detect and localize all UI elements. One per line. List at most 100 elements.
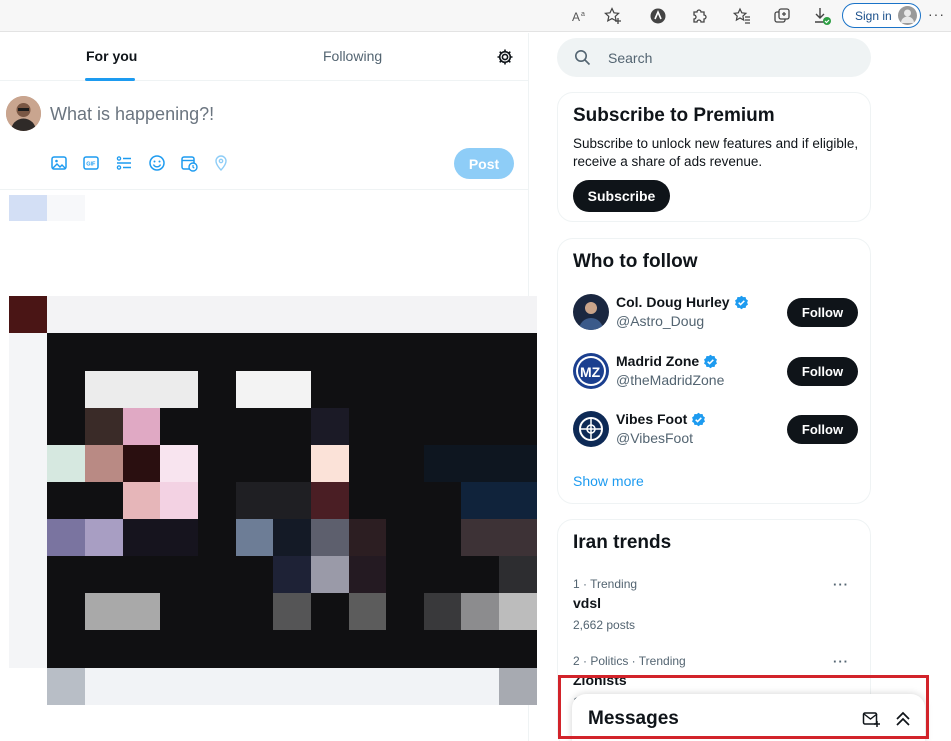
pixel-block: [123, 408, 160, 445]
avatar[interactable]: [573, 294, 609, 330]
pixel-block: [123, 482, 160, 519]
who-to-follow-title: Who to follow: [573, 251, 698, 272]
extensions-icon[interactable]: [688, 5, 710, 27]
show-more-link[interactable]: Show more: [573, 473, 644, 489]
account-name-text: Col. Doug Hurley: [616, 294, 730, 310]
pixel-block: [236, 482, 311, 519]
follow-suggestion[interactable]: Vibes Foot @VibesFoot Follow: [558, 409, 872, 459]
profile-avatar-icon: [898, 6, 917, 25]
avatar[interactable]: MZ: [573, 353, 609, 389]
add-favorite-icon[interactable]: [602, 5, 624, 27]
active-tab-indicator: [85, 78, 135, 81]
pixel-block: [85, 593, 160, 630]
timeline-tabs: For you Following: [0, 33, 529, 81]
more-options-icon[interactable]: ···: [833, 577, 849, 592]
pixel-block: [424, 445, 537, 482]
pixel-block: [160, 482, 198, 519]
pixel-block: [236, 519, 273, 556]
follow-button[interactable]: Follow: [787, 357, 858, 386]
copilot-icon[interactable]: [647, 5, 669, 27]
tab-following[interactable]: Following: [323, 48, 382, 64]
account-name: Vibes Foot: [616, 411, 706, 427]
pixel-block: [47, 195, 85, 221]
verified-badge-icon: [734, 295, 748, 309]
pixel-block: [273, 593, 311, 630]
trend-name: vdsl: [573, 595, 602, 611]
pixel-block: [85, 371, 198, 408]
more-options-icon[interactable]: ···: [833, 654, 849, 669]
avatar[interactable]: [6, 96, 41, 131]
who-to-follow-card: Who to follow Col. Doug Hurley @Astro_Do…: [557, 238, 871, 504]
gear-icon[interactable]: [496, 48, 514, 66]
pixel-block: [311, 408, 349, 445]
pixel-block: [123, 445, 160, 482]
account-handle: @theMadridZone: [616, 372, 725, 388]
downloads-icon[interactable]: [811, 5, 833, 27]
collections-icon[interactable]: [771, 5, 793, 27]
account-handle: @Astro_Doug: [616, 313, 705, 329]
pixel-block: [311, 482, 349, 519]
favorites-icon[interactable]: [731, 5, 753, 27]
pixel-block: [9, 195, 47, 221]
more-icon[interactable]: ···: [928, 6, 945, 22]
follow-suggestion[interactable]: Col. Doug Hurley @Astro_Doug Follow: [558, 292, 872, 342]
pixelated-media: [0, 159, 537, 741]
pixel-block: [9, 296, 537, 333]
pixel-block: [9, 333, 47, 668]
pixel-block: [123, 519, 198, 556]
trend-meta: 1 · Trending: [573, 577, 638, 591]
pixel-block: [461, 593, 499, 630]
follow-button[interactable]: Follow: [787, 298, 858, 327]
pixel-block: [9, 296, 47, 333]
search-placeholder: Search: [608, 50, 653, 66]
search-input[interactable]: Search: [557, 38, 871, 77]
highlight-annotation: [558, 675, 929, 739]
svg-text:MZ: MZ: [580, 364, 601, 380]
pixel-block: [47, 519, 85, 556]
pixel-block: [85, 445, 123, 482]
trends-title: Iran trends: [573, 532, 672, 553]
pixel-block: [349, 593, 386, 630]
compose-input[interactable]: What is happening?!: [50, 104, 214, 125]
account-name-text: Vibes Foot: [616, 411, 688, 427]
pixel-block: [85, 408, 123, 445]
pixel-block: [85, 668, 499, 705]
pixel-block: [461, 482, 537, 519]
tab-for-you[interactable]: For you: [86, 48, 137, 64]
svg-text:A: A: [572, 10, 580, 24]
trend-meta: 2 · Politics · Trending: [573, 654, 686, 668]
trend-item[interactable]: 1 · Trending vdsl 2,662 posts ···: [573, 577, 863, 632]
pixel-block: [85, 519, 123, 556]
premium-card: Subscribe to Premium Subscribe to unlock…: [557, 92, 871, 222]
avatar[interactable]: [573, 411, 609, 447]
pixel-block: [311, 445, 349, 482]
sign-in-button[interactable]: Sign in: [842, 3, 921, 28]
pixel-block: [47, 668, 85, 705]
sign-in-label: Sign in: [855, 8, 892, 23]
follow-button[interactable]: Follow: [787, 415, 858, 444]
pixel-block: [349, 556, 386, 593]
premium-title: Subscribe to Premium: [573, 105, 775, 126]
browser-toolbar: Aa Sign in ···: [0, 0, 951, 32]
pixel-block: [236, 371, 311, 408]
account-name: Col. Doug Hurley: [616, 294, 749, 310]
premium-description: Subscribe to unlock new features and if …: [573, 136, 859, 169]
trend-post-count: 2,662 posts: [573, 618, 636, 632]
account-name: Madrid Zone: [616, 353, 718, 369]
account-handle: @VibesFoot: [616, 430, 693, 446]
follow-suggestion[interactable]: MZ Madrid Zone @theMadridZone Follow: [558, 351, 872, 401]
subscribe-button[interactable]: Subscribe: [573, 180, 670, 212]
pixel-block: [499, 593, 537, 630]
pixel-block: [273, 519, 311, 556]
pixel-block: [499, 556, 537, 593]
svg-text:a: a: [581, 11, 585, 18]
pixel-block: [311, 519, 349, 556]
pixel-block: [499, 668, 537, 705]
account-name-text: Madrid Zone: [616, 353, 700, 369]
pixel-block: [311, 556, 349, 593]
pixel-block: [273, 556, 311, 593]
read-aloud-icon[interactable]: Aa: [569, 5, 591, 27]
pixel-block: [424, 593, 461, 630]
verified-badge-icon: [692, 412, 706, 426]
pixel-block: [461, 519, 537, 556]
